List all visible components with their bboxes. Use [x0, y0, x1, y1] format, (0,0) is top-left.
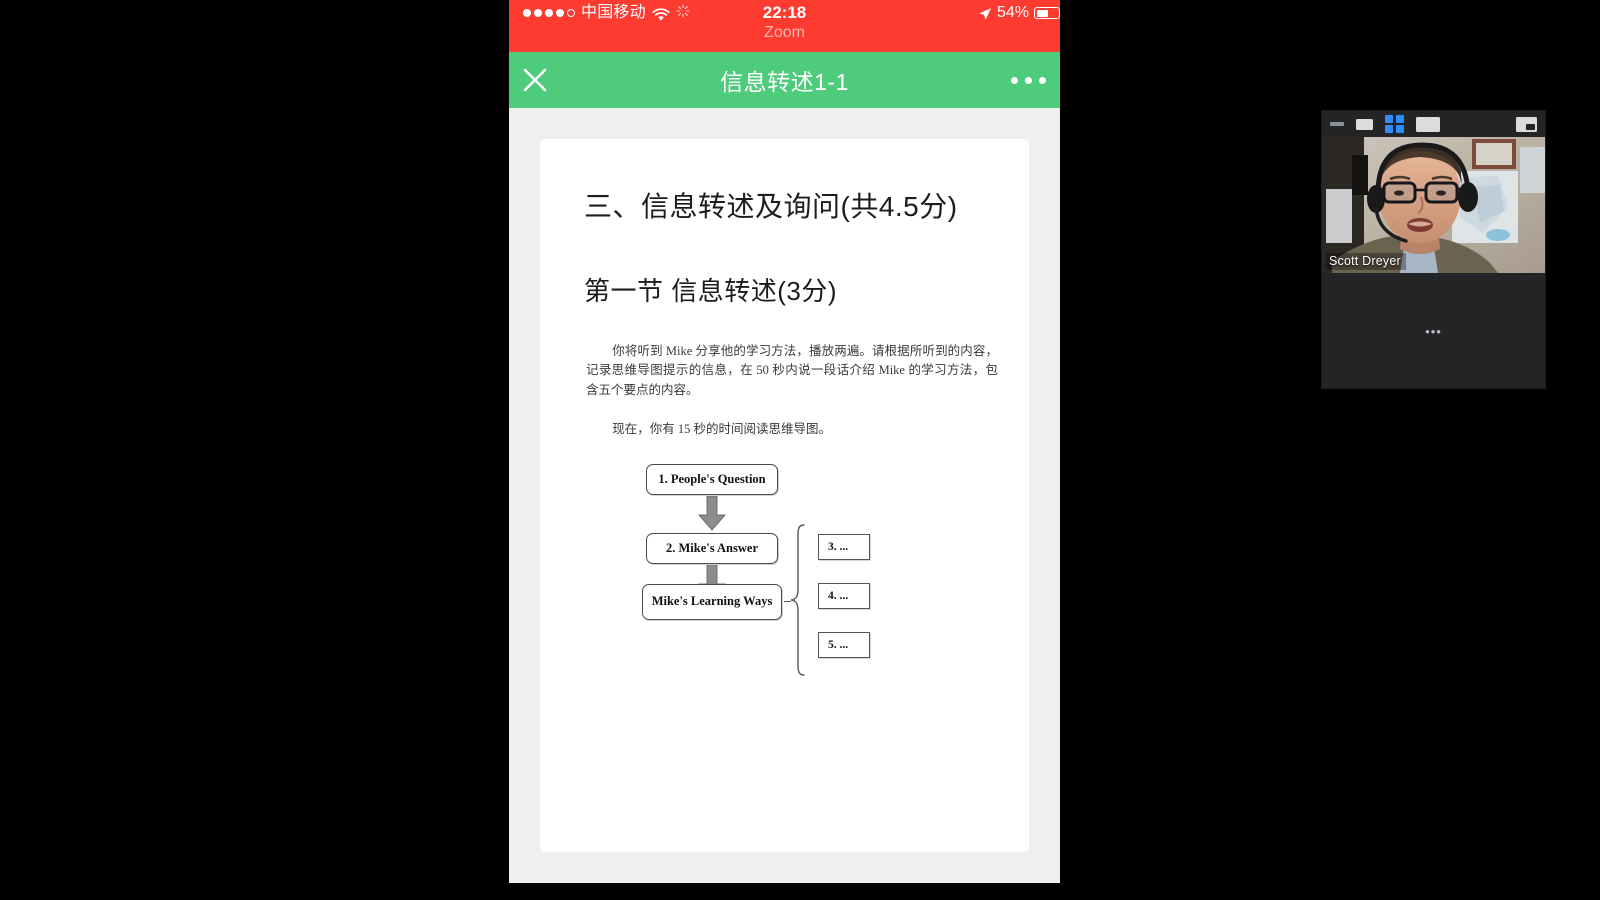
- phone-mirror-view: 中国移动 22:18 54% Zoom 信息转述1-1 三、信息转述及询问(共4…: [509, 0, 1060, 883]
- app-navigation-bar: 信息转述1-1: [509, 52, 1060, 108]
- flow-subnode-3: 3. ...: [818, 533, 870, 560]
- zoom-panel-empty-area: •••: [1322, 273, 1545, 388]
- battery-icon: [1034, 7, 1060, 19]
- flow-node-3: Mike's Learning Ways: [642, 583, 782, 620]
- speaker-view-icon: [1415, 116, 1440, 132]
- zoom-panel-toolbar: [1322, 111, 1545, 137]
- battery-percent-label: 54%: [996, 4, 1029, 21]
- zoom-video-panel[interactable]: Scott Dreyer •••: [1322, 111, 1545, 388]
- small-view-button[interactable]: [1356, 118, 1373, 130]
- page-title: 信息转述1-1: [720, 69, 849, 95]
- curly-brace-icon: [790, 523, 806, 681]
- speaker-view-button[interactable]: [1415, 116, 1440, 132]
- mind-map-diagram: 1. People's Question 2. Mike's Answer Mi…: [632, 462, 952, 677]
- flow-node-2: 2. Mike's Answer: [646, 532, 778, 564]
- document-card: 三、信息转述及询问(共4.5分) 第一节 信息转述(3分) 你将听到 Mike …: [540, 139, 1029, 852]
- gallery-view-icon: [1385, 114, 1404, 134]
- more-options-button[interactable]: [1011, 76, 1046, 84]
- close-button[interactable]: [509, 52, 561, 108]
- minimize-icon: [1330, 122, 1344, 126]
- screen-root: 中国移动 22:18 54% Zoom 信息转述1-1 三、信息转述及询问(共4…: [0, 0, 1600, 900]
- small-view-icon: [1356, 118, 1373, 130]
- document-paragraph-2: 现在，你有 15 秒的时间阅读思维导图。: [612, 422, 832, 437]
- document-heading-1: 三、信息转述及询问(共4.5分): [584, 191, 958, 222]
- gallery-view-button[interactable]: [1385, 114, 1404, 134]
- flow-node-1: 1. People's Question: [646, 463, 778, 495]
- status-bar-right: 54%: [978, 2, 1060, 24]
- location-arrow-icon: [978, 6, 992, 20]
- document-heading-2: 第一节 信息转述(3分): [584, 276, 838, 306]
- document-paragraph-1: 你将听到 Mike 分享他的学习方法，播放两遍。请根据所听到的内容，记录思维导图…: [586, 344, 998, 397]
- more-horizontal-icon: [1011, 76, 1046, 84]
- ios-status-bar: 中国移动 22:18 54% Zoom: [509, 0, 1060, 52]
- picture-in-picture-icon[interactable]: [1516, 116, 1537, 132]
- down-arrow-icon: [697, 495, 727, 536]
- loading-ellipsis: •••: [1425, 324, 1442, 339]
- participant-video-tile[interactable]: Scott Dreyer: [1322, 137, 1545, 273]
- flow-subnode-5: 5. ...: [818, 631, 870, 658]
- minimize-button[interactable]: [1330, 122, 1344, 126]
- document-scroll-area[interactable]: 三、信息转述及询问(共4.5分) 第一节 信息转述(3分) 你将听到 Mike …: [509, 108, 1060, 883]
- flow-subnode-4: 4. ...: [818, 582, 870, 609]
- close-x-icon: [521, 66, 549, 94]
- active-app-label: Zoom: [764, 24, 805, 41]
- participant-name-label: Scott Dreyer: [1326, 253, 1406, 270]
